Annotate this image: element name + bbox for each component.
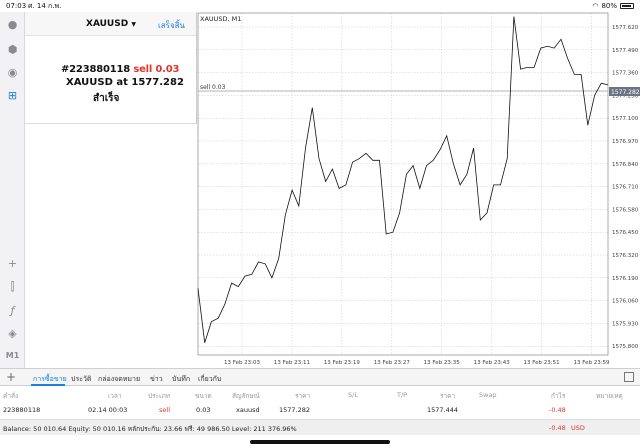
terminal-tabs: + การซื้อขาย ประวัติ กล่องจดหมาย ข่าว บั…: [0, 368, 640, 386]
y-tick-label: 1576.190: [612, 276, 639, 282]
y-tick-label: 1576.580: [612, 207, 639, 213]
panel-header: XAUUSD ▼ เสร็จสิ้น: [25, 12, 196, 36]
chat-icon[interactable]: ◉: [5, 65, 20, 80]
col-size: ขนาด: [195, 392, 212, 400]
timeframe-button[interactable]: M1: [5, 348, 20, 363]
y-tick-label: 1576.060: [612, 299, 639, 305]
x-tick-label: 13 Feb 23:11: [274, 360, 310, 366]
col-swap: Swap: [479, 391, 497, 399]
done-button[interactable]: เสร็จสิ้น: [158, 19, 185, 32]
tab-news[interactable]: ข่าว: [150, 374, 163, 385]
objects-icon[interactable]: ◈: [5, 326, 20, 341]
battery-label: 80%: [601, 2, 617, 10]
y-tick-label: 1577.360: [612, 71, 639, 77]
x-tick-label: 13 Feb 23:43: [474, 360, 511, 366]
row-symbol: xauusd: [236, 406, 260, 414]
crosshair-icon[interactable]: +: [5, 256, 20, 271]
row-time: 02.14 00:03: [88, 406, 128, 414]
x-tick-label: 13 Feb 23:51: [524, 360, 560, 366]
tab-about[interactable]: เกี่ยวกับ: [198, 374, 221, 385]
chart-title: XAUUSD, M1: [200, 15, 241, 23]
col-profit: กำไร: [551, 392, 566, 400]
total-profit: -0.48: [549, 424, 566, 432]
status-bar: 07:03 ศ. 14 ก.พ. ◠ 80%: [0, 0, 640, 12]
tab-mailbox[interactable]: กล่องจดหมาย: [98, 374, 140, 385]
expand-icon[interactable]: [624, 372, 634, 382]
order-level-label: sell 0.03: [200, 84, 226, 91]
accounts-icon[interactable]: ⬢: [5, 42, 20, 57]
y-tick-label: 1577.490: [612, 48, 639, 54]
row-current-price: 1577.444: [427, 406, 459, 414]
status-time: 07:03: [6, 2, 27, 10]
col-order: คำสั่ง: [3, 392, 19, 400]
currency-label: USD: [571, 424, 585, 432]
current-price-label: 1577.282: [611, 89, 640, 96]
battery-icon: [620, 3, 634, 9]
order-number-line: #223880118 sell 0.03: [61, 64, 179, 75]
x-tick-label: 13 Feb 23:35: [424, 360, 461, 366]
y-tick-label: 1576.450: [612, 230, 639, 236]
x-tick-label: 13 Feb 23:27: [374, 360, 411, 366]
active-tab-indicator: [31, 384, 65, 386]
order-side: sell 0.03: [133, 64, 180, 75]
new-order-icon[interactable]: ⊞: [5, 88, 20, 103]
add-icon[interactable]: +: [6, 370, 16, 384]
y-axis: 1577.6201577.4901577.3601577.2301577.100…: [612, 25, 639, 350]
col-sl: S/L: [348, 391, 358, 399]
y-tick-label: 1577.620: [612, 25, 639, 31]
summary-text: Balance: 50 010.64 Equity: 50 010.16 หลั…: [3, 425, 297, 433]
x-tick-label: 13 Feb 23:03: [224, 360, 261, 366]
col-symbol: สัญลักษณ์: [232, 392, 260, 400]
col-price: ราคา: [295, 392, 311, 400]
tab-journal[interactable]: บันทึก: [172, 374, 190, 385]
user-icon[interactable]: ●: [5, 17, 20, 32]
account-summary: Balance: 50 010.64 Equity: 50 010.16 หลั…: [0, 419, 640, 435]
row-price: 1577.282: [279, 406, 311, 414]
col-time: เวลา: [108, 392, 122, 400]
chart-type-icon[interactable]: ⫿: [5, 279, 20, 294]
tab-history[interactable]: ประวัติ: [71, 374, 91, 385]
order-result-panel: XAUUSD ▼ เสร็จสิ้น #223880118 sell 0.03 …: [25, 12, 197, 124]
y-tick-label: 1576.320: [612, 253, 639, 259]
table-row[interactable]: 223880118 02.14 00:03 sell 0.03 xauusd 1…: [0, 403, 640, 417]
order-number: #223880118: [61, 64, 131, 75]
price-chart[interactable]: XAUUSD, M1 sell 0.03 1577.620 1577.490 157…: [197, 12, 640, 368]
order-price: 1577.282: [131, 77, 184, 88]
left-toolbar: ● ⬢ ◉ ⊞ + ⫿ ƒ ◈ M1: [0, 12, 25, 368]
col-comment: หมายเหตุ: [596, 392, 623, 400]
col-current-price: ราคา: [440, 392, 456, 400]
row-size: 0.03: [196, 406, 211, 414]
status-date: ศ. 14 ก.พ.: [28, 1, 62, 10]
y-tick-label: 1577.100: [612, 116, 639, 122]
row-order: 223880118: [3, 406, 41, 414]
order-price-line: XAUUSD at 1577.282: [66, 77, 184, 88]
positions-table-header: คำสั่ง เวลา ประเภท ขนาด สัญลักษณ์ ราคา S…: [0, 388, 640, 402]
y-tick-label: 1576.710: [612, 185, 639, 191]
home-indicator: [250, 440, 390, 444]
order-status: สำเร็จ: [93, 93, 120, 104]
col-tp: T/P: [397, 391, 408, 399]
wifi-icon: ◠: [592, 2, 599, 10]
chart-svg[interactable]: XAUUSD, M1 sell 0.03 1577.620 1577.490 157…: [197, 12, 640, 368]
y-tick-label: 1576.970: [612, 139, 639, 145]
indicators-icon[interactable]: ƒ: [5, 303, 20, 318]
row-type: sell: [159, 406, 170, 414]
y-tick-label: 1575.930: [612, 321, 639, 327]
x-tick-label: 13 Feb 23:19: [324, 360, 361, 366]
row-profit: -0.48: [549, 406, 566, 414]
x-tick-label: 13 Feb 23:59: [573, 360, 610, 366]
dropdown-icon: ▼: [131, 21, 136, 28]
col-type: ประเภท: [148, 392, 170, 400]
symbol-selector[interactable]: XAUUSD ▼: [86, 19, 136, 29]
order-price-label: XAUUSD at: [66, 77, 128, 88]
y-tick-label: 1575.800: [612, 344, 639, 350]
y-tick-label: 1576.840: [612, 162, 639, 168]
